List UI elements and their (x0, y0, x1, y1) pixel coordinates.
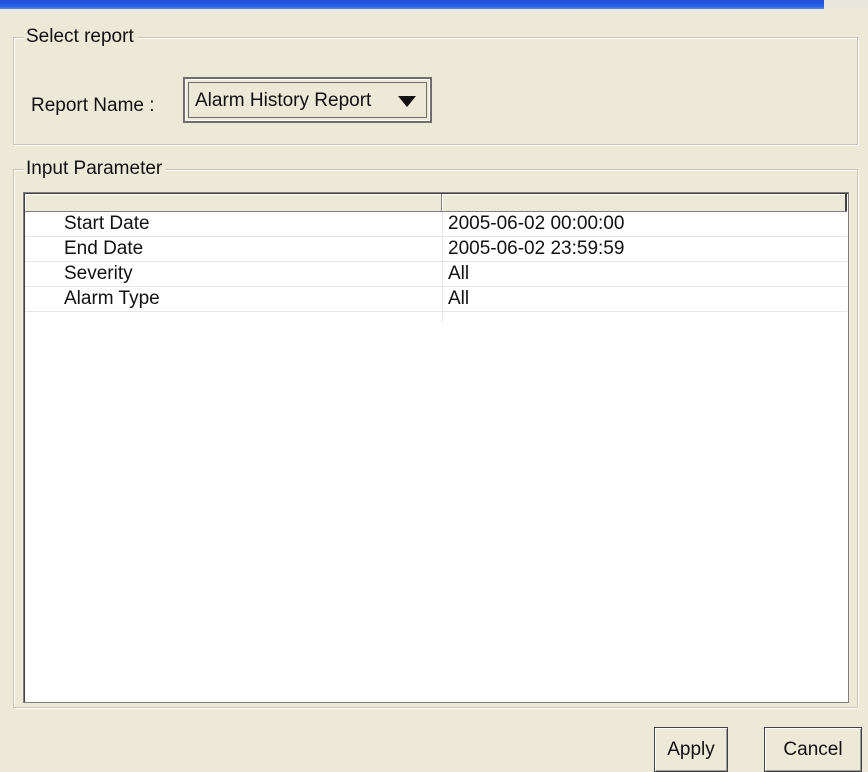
column-header-value[interactable] (442, 194, 847, 211)
table-row[interactable]: Start Date 2005-06-02 00:00:00 (25, 212, 847, 237)
table-header (25, 194, 847, 212)
parameter-value[interactable]: 2005-06-02 00:00:00 (448, 212, 624, 236)
select-report-group: Select report Report Name : Alarm Histor… (13, 26, 858, 145)
parameter-name: Severity (64, 263, 133, 284)
report-name-selected-value: Alarm History Report (195, 90, 372, 111)
parameter-name: Start Date (64, 213, 150, 234)
window-title-bar (0, 0, 868, 9)
input-parameter-group: Input Parameter Start Date 2005-06-02 00… (13, 158, 858, 708)
column-header-name[interactable] (25, 194, 442, 211)
parameter-name: Alarm Type (64, 288, 160, 309)
parameter-name: End Date (64, 238, 144, 259)
input-parameter-title: Input Parameter (24, 158, 167, 180)
apply-button[interactable]: Apply (654, 727, 728, 772)
parameter-table[interactable]: Start Date 2005-06-02 00:00:00 End Date … (23, 192, 849, 703)
parameter-value[interactable]: All (448, 287, 469, 311)
select-report-title: Select report (24, 26, 138, 48)
report-name-label: Report Name : (31, 95, 155, 116)
cancel-button[interactable]: Cancel (764, 727, 862, 772)
report-name-dropdown[interactable]: Alarm History Report (183, 77, 432, 123)
window-title-bar-gap (824, 0, 868, 9)
chevron-down-icon[interactable] (398, 96, 416, 107)
parameter-value[interactable]: All (448, 262, 469, 286)
report-dialog: Select report Report Name : Alarm Histor… (0, 9, 868, 772)
table-row[interactable]: Alarm Type All (25, 287, 847, 312)
table-row[interactable]: Severity All (25, 262, 847, 287)
table-row[interactable]: End Date 2005-06-02 23:59:59 (25, 237, 847, 262)
column-divider (442, 212, 443, 322)
parameter-value[interactable]: 2005-06-02 23:59:59 (448, 237, 624, 261)
